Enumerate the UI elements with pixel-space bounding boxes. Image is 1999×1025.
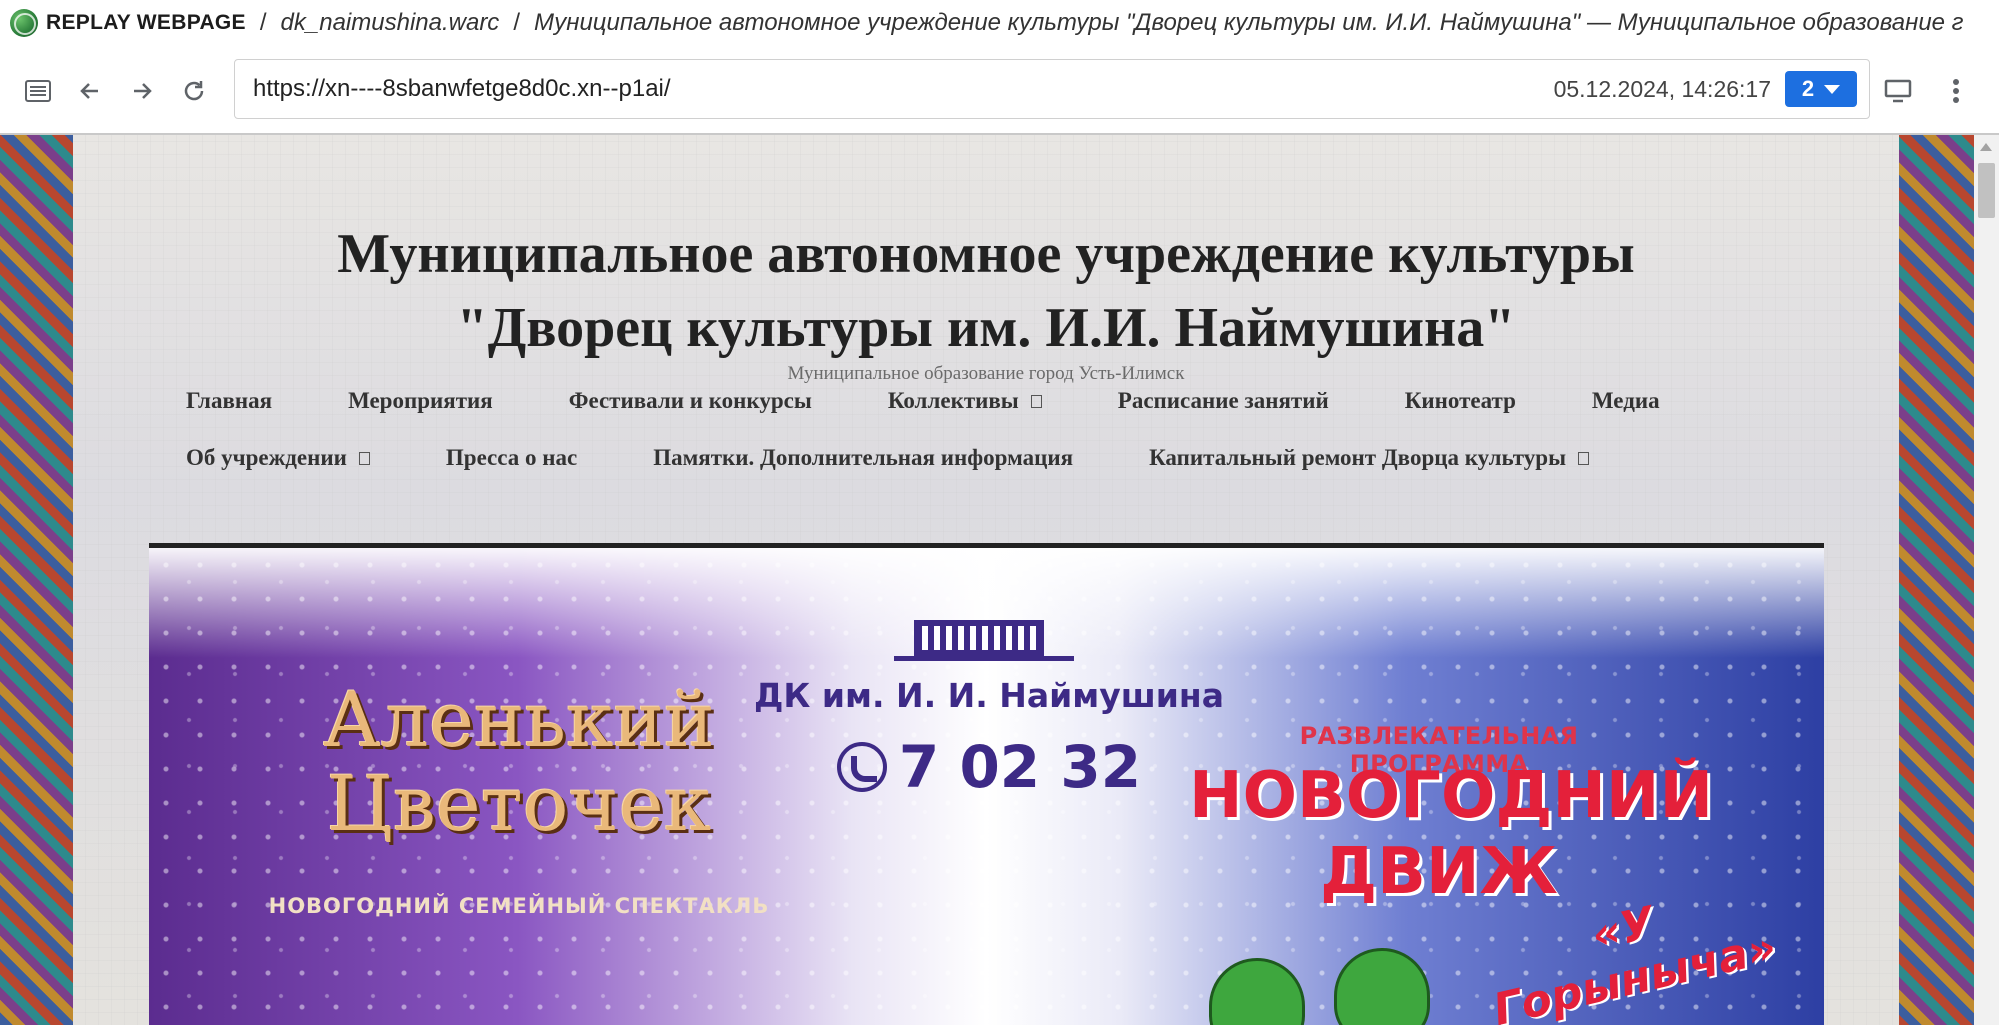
archive-name[interactable]: dk_naimushina.warc — [281, 9, 500, 37]
nav-item-home[interactable]: Главная — [186, 388, 272, 414]
desktop-icon[interactable] — [1878, 71, 1918, 111]
main-menu-row1: Главная Мероприятия Фестивали и конкурсы… — [186, 388, 1660, 414]
nav-label: Расписание занятий — [1117, 388, 1329, 413]
scrollbar-thumb[interactable] — [1978, 163, 1995, 218]
page-title: Муниципальное автономное учреждение куль… — [533, 8, 1964, 36]
banner-right-title: НОВОГОДНИЙ ДВИЖ — [1189, 758, 1713, 910]
nav-label: Мероприятия — [348, 388, 493, 413]
banner-phone: 7 02 32 — [749, 733, 1229, 801]
more-vert-icon[interactable] — [1936, 71, 1976, 111]
main-menu-row2: Об учреждении Пресса о нас Памятки. Допо… — [186, 445, 1590, 471]
browser-toolbar: https://xn----8sbanwfetge8d0c.xn--p1ai/ … — [0, 56, 1999, 126]
version-selector-button[interactable]: 2 — [1785, 71, 1857, 107]
banner-left-title-line2: Цветочек — [326, 759, 712, 848]
back-arrow-icon[interactable] — [70, 71, 110, 111]
hero-banner[interactable]: Аленький Цветочек НОВОГОДНИЙ СЕМЕЙНЫЙ СП… — [149, 548, 1824, 1025]
nav-label: Памятки. Дополнительная информация — [653, 445, 1074, 470]
forward-arrow-icon[interactable] — [122, 71, 162, 111]
nav-label: Кинотеатр — [1404, 388, 1516, 413]
banner-phone-number: 7 02 32 — [898, 733, 1142, 801]
nav-item-events[interactable]: Мероприятия — [348, 388, 493, 414]
nav-item-about[interactable]: Об учреждении — [186, 445, 370, 471]
nav-item-press[interactable]: Пресса о нас — [446, 445, 577, 471]
nav-item-renovation[interactable]: Капитальный ремонт Дворца культуры — [1149, 445, 1590, 471]
url-text[interactable]: https://xn----8sbanwfetge8d0c.xn--p1ai/ — [253, 75, 1554, 103]
nav-item-schedule[interactable]: Расписание занятий — [1118, 388, 1329, 414]
replay-brand: REPLAY WEBPAGE — [46, 10, 246, 34]
dropdown-icon — [1578, 451, 1590, 465]
replay-header: REPLAY WEBPAGE / dk_naimushina.warc / Му… — [0, 0, 1999, 45]
nav-label: Фестивали и конкурсы — [568, 388, 812, 413]
page-viewport: Муниципальное автономное учреждение куль… — [0, 135, 1974, 1025]
site-title-line1: Муниципальное автономное учреждение куль… — [337, 223, 1635, 285]
site-title[interactable]: Муниципальное автономное учреждение куль… — [73, 217, 1899, 365]
dropdown-icon — [358, 451, 370, 465]
version-count: 2 — [1801, 76, 1815, 101]
banner-right-title-line1: НОВОГОДНИЙ — [1189, 759, 1714, 833]
globe-icon — [10, 8, 38, 37]
page-scrollbar[interactable] — [1974, 135, 1999, 1025]
site-subtitle: Муниципальное образование город Усть-Или… — [787, 363, 1185, 384]
banner-right-title-line2: ДВИЖ — [1320, 835, 1558, 909]
building-icon — [894, 620, 1074, 661]
chevron-down-icon — [1824, 84, 1841, 94]
nav-item-cinema[interactable]: Кинотеатр — [1405, 388, 1516, 414]
nav-label: Капитальный ремонт Дворца культуры — [1149, 445, 1567, 470]
nav-label: Главная — [186, 388, 273, 413]
dropdown-icon — [1030, 394, 1042, 408]
breadcrumb-separator: / — [513, 8, 520, 36]
banner-left-title-line1: Аленький — [323, 675, 715, 764]
capture-timestamp: 05.12.2024, 14:26:17 — [1553, 75, 1771, 102]
replay-logo[interactable]: REPLAY WEBPAGE — [10, 8, 246, 37]
site-title-line2: "Дворец культуры им. И.И. Наймушина" — [456, 297, 1516, 359]
nav-item-media[interactable]: Медиа — [1592, 388, 1660, 414]
url-bar[interactable]: https://xn----8sbanwfetge8d0c.xn--p1ai/ … — [234, 59, 1870, 119]
sidebar-toggle-icon[interactable] — [18, 71, 58, 111]
nav-label: Коллективы — [887, 388, 1019, 413]
phone-icon — [836, 742, 887, 792]
nav-item-memos[interactable]: Памятки. Дополнительная информация — [653, 445, 1073, 471]
nav-item-collectives[interactable]: Коллективы — [888, 388, 1042, 414]
banner-left-subtitle: НОВОГОДНИЙ СЕМЕЙНЫЙ СПЕКТАКЛЬ — [268, 894, 770, 918]
nav-label: Об учреждении — [186, 445, 347, 470]
banner-org-name: ДК им. И. И. Наймушина — [754, 676, 1224, 715]
breadcrumb-separator: / — [259, 8, 267, 36]
banner-left-title: Аленький Цветочек — [259, 678, 779, 846]
reload-icon[interactable] — [174, 71, 214, 111]
nav-label: Пресса о нас — [445, 445, 578, 470]
nav-label: Медиа — [1591, 388, 1660, 413]
scroll-up-icon[interactable] — [1980, 143, 1992, 151]
nav-item-festivals[interactable]: Фестивали и конкурсы — [569, 388, 812, 414]
